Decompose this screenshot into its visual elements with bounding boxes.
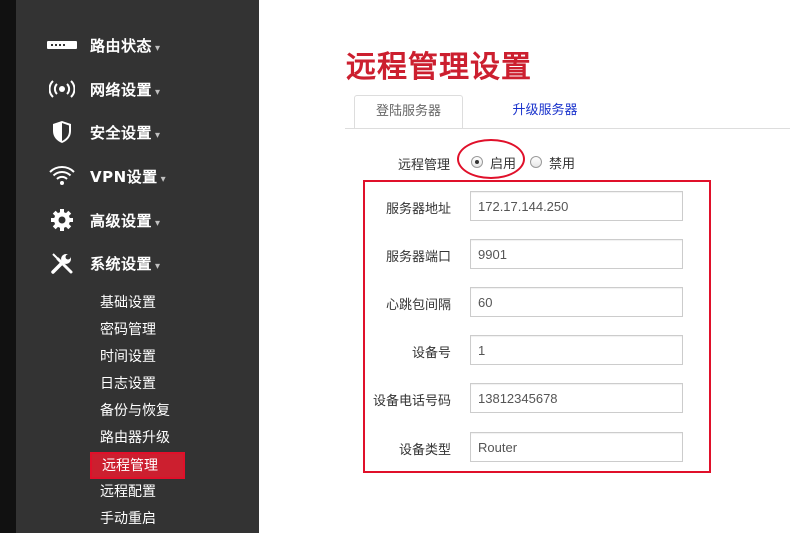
caret-down-icon: ▾ (155, 86, 161, 98)
server-address-input[interactable] (470, 191, 683, 221)
device-phone-label: 设备电话号码 (372, 394, 451, 409)
highlight-rectangle (363, 180, 711, 473)
nav-router-status[interactable]: 路由状态 ▾ (16, 25, 259, 65)
submenu-remote-management[interactable]: 远程管理 (90, 452, 185, 479)
caret-down-icon: ▾ (155, 260, 161, 272)
nav-system-settings[interactable]: 系统设置 ▾ (16, 243, 259, 283)
radio-enable[interactable]: 启用 (471, 151, 516, 173)
nav-label-vpn-settings: VPN设置 (90, 167, 158, 186)
radio-enable-label: 启用 (490, 156, 517, 172)
remote-management-label: 远程管理 (398, 158, 451, 173)
submenu-password-management[interactable]: 密码管理 (100, 319, 156, 341)
device-id-input[interactable] (470, 335, 683, 365)
radio-disable-label: 禁用 (549, 156, 576, 172)
router-icon (46, 31, 78, 59)
nav-label-advanced-settings: 高级设置 (90, 211, 153, 230)
device-type-label: 设备类型 (398, 443, 451, 458)
submenu-router-upgrade[interactable]: 路由器升级 (100, 427, 170, 449)
device-phone-input[interactable] (470, 383, 683, 413)
nav-label-router-status: 路由状态 (90, 36, 153, 55)
caret-down-icon: ▾ (155, 129, 161, 141)
tabs-divider (345, 128, 790, 129)
submenu-time-settings[interactable]: 时间设置 (100, 346, 156, 368)
shield-icon (46, 118, 78, 146)
caret-down-icon: ▾ (155, 42, 161, 54)
tab-login-server[interactable]: 登陆服务器 (354, 95, 463, 129)
device-type-input[interactable] (470, 432, 683, 462)
server-port-label: 服务器端口 (385, 250, 451, 265)
caret-down-icon: ▾ (155, 217, 161, 229)
nav-network-settings[interactable]: 网络设置 ▾ (16, 69, 259, 109)
nav-advanced-settings[interactable]: 高级设置 ▾ (16, 200, 259, 240)
heartbeat-interval-label: 心跳包间隔 (385, 298, 451, 313)
wifi-icon (46, 162, 78, 190)
nav-security-settings[interactable]: 安全设置 ▾ (16, 112, 259, 152)
submenu-manual-reboot[interactable]: 手动重启 (100, 508, 156, 530)
main-content: 远程管理设置 登陆服务器 升级服务器 远程管理 启用 禁用 服务器地址 服务器端… (259, 0, 790, 533)
caret-down-icon: ▾ (160, 173, 167, 185)
submenu-remote-config[interactable]: 远程配置 (100, 481, 156, 503)
nav-label-security-settings: 安全设置 (90, 123, 153, 142)
submenu-backup-restore[interactable]: 备份与恢复 (100, 400, 170, 422)
radio-disable[interactable]: 禁用 (530, 151, 575, 173)
wireless-broadcast-icon (46, 75, 78, 103)
server-port-input[interactable] (470, 239, 683, 269)
nav-vpn-settings[interactable]: VPN设置 ▾ (16, 156, 259, 196)
heartbeat-interval-input[interactable] (470, 287, 683, 317)
server-address-label: 服务器地址 (385, 202, 451, 217)
sidebar: 路由状态 ▾ 网络设置 ▾ 安全设置 ▾ VPN设置 ▾ 高级设置 ▾ 系统设置 ▾ 基础设… (16, 0, 259, 533)
radio-enable-button[interactable] (471, 156, 483, 168)
window-edge (0, 0, 16, 533)
nav-label-system-settings: 系统设置 (90, 254, 153, 273)
nav-label-network-settings: 网络设置 (90, 80, 153, 99)
submenu-log-settings[interactable]: 日志设置 (100, 373, 156, 395)
submenu-basic-settings[interactable]: 基础设置 (100, 292, 156, 314)
tab-upgrade-server[interactable]: 升级服务器 (485, 95, 605, 129)
radio-disable-button[interactable] (530, 156, 542, 168)
page-title: 远程管理设置 (346, 50, 532, 85)
gear-icon (46, 206, 78, 234)
wrench-screwdriver-icon (46, 249, 78, 277)
device-id-label: 设备号 (411, 346, 451, 361)
